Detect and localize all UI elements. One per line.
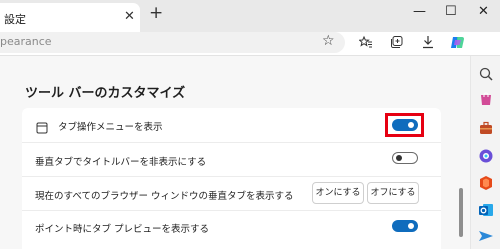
address-text: pearance: [0, 35, 52, 48]
browser-window: 設定 ✕ + — ☐ ✕ pearance ☆ ツール バーのカスタマイズ タブ…: [0, 0, 500, 249]
turn-on-button[interactable]: オンにする: [312, 182, 364, 204]
setting-row: タブ操作メニューを表示: [22, 108, 441, 142]
row-label: ポイント時にタブ プレビューを表示する: [35, 224, 210, 235]
close-tab-icon[interactable]: ✕: [124, 10, 135, 23]
toolbar: pearance ☆: [0, 32, 500, 56]
section-title: ツール バーのカスタマイズ: [25, 86, 186, 101]
row-label: 垂直タブでタイトルバーを非表示にする: [35, 157, 207, 168]
favorites-icon[interactable]: [358, 35, 373, 53]
outlook-icon[interactable]: [478, 202, 494, 218]
right-sidebar: [470, 56, 500, 249]
games-icon[interactable]: [478, 148, 494, 164]
copilot-icon[interactable]: [450, 35, 465, 54]
send-icon[interactable]: [478, 228, 494, 244]
turn-off-button[interactable]: オフにする: [367, 182, 419, 204]
toggle-knob: [408, 223, 414, 229]
download-icon[interactable]: [421, 35, 435, 53]
tools-icon[interactable]: [478, 120, 494, 136]
hide-title-bar-toggle[interactable]: [392, 152, 418, 164]
tab-actions-icon: [36, 119, 48, 138]
maximize-icon[interactable]: ☐: [445, 5, 457, 18]
search-icon[interactable]: [478, 66, 494, 82]
tab-strip: 設定 ✕ + — ☐ ✕: [0, 0, 500, 32]
collections-icon[interactable]: [390, 35, 404, 53]
row-label: タブ操作メニューを表示: [58, 122, 163, 133]
toggle-knob: [396, 155, 402, 161]
new-tab-icon[interactable]: +: [149, 5, 163, 22]
setting-row: ポイント時にタブ プレビューを表示する: [22, 211, 441, 249]
address-bar[interactable]: pearance ☆: [0, 32, 345, 53]
tab-title: 設定: [4, 13, 26, 26]
close-window-icon[interactable]: ✕: [478, 5, 489, 18]
shopping-icon[interactable]: [478, 92, 494, 108]
minimize-icon[interactable]: —: [413, 5, 426, 18]
star-icon[interactable]: ☆: [322, 34, 335, 48]
office-icon[interactable]: [478, 175, 494, 191]
tab-preview-toggle[interactable]: [392, 220, 418, 232]
row-label: 現在のすべてのブラウザー ウィンドウの垂直タブを表示する: [35, 191, 294, 202]
scrollbar-thumb[interactable]: [459, 188, 463, 237]
highlight-box: [385, 113, 424, 137]
setting-row: 垂直タブでタイトルバーを非表示にする: [22, 143, 441, 177]
tab-settings[interactable]: 設定 ✕: [0, 3, 140, 32]
